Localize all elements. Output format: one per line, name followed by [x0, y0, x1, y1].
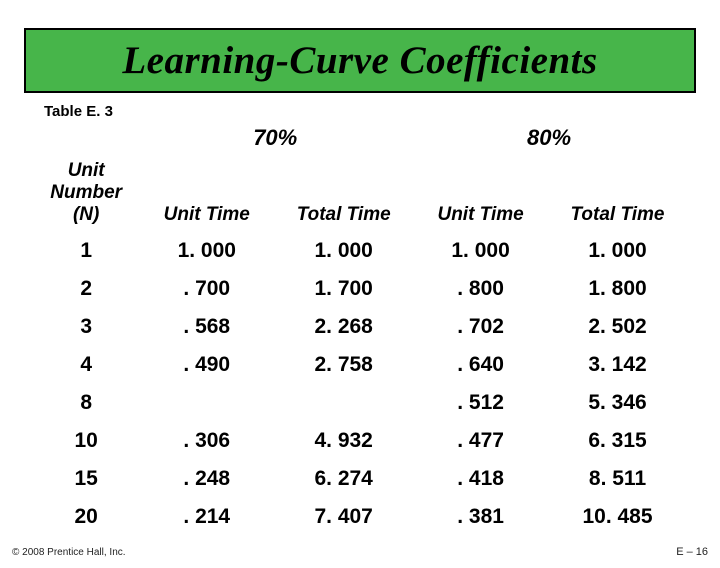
group-header-row: 70% 80%: [34, 122, 686, 157]
group-header-80: 80%: [412, 122, 686, 157]
cell-t70: 4. 932: [275, 422, 412, 460]
page-title: Learning-Curve Coefficients: [38, 38, 682, 83]
col-total-time-70: Total Time: [275, 157, 412, 232]
table-row: 10. 3064. 932. 4776. 315: [34, 422, 686, 460]
cell-t80: 1. 000: [549, 232, 686, 270]
cell-u80: . 512: [412, 384, 549, 422]
col-total-time-80: Total Time: [549, 157, 686, 232]
cell-u80: . 702: [412, 308, 549, 346]
cell-t70: 6. 274: [275, 460, 412, 498]
coefficients-table: 70% 80% UnitNumber(N) Unit Time Total Ti…: [34, 122, 686, 536]
cell-u80: . 640: [412, 346, 549, 384]
cell-t80: 6. 315: [549, 422, 686, 460]
cell-t70: 2. 758: [275, 346, 412, 384]
cell-t80: 2. 502: [549, 308, 686, 346]
table-row: 15. 2486. 274. 4188. 511: [34, 460, 686, 498]
cell-u80: . 477: [412, 422, 549, 460]
cell-u80: . 418: [412, 460, 549, 498]
table-row: 8 . 5125. 346: [34, 384, 686, 422]
cell-t80: 3. 142: [549, 346, 686, 384]
cell-t80: 1. 800: [549, 270, 686, 308]
column-header-row: UnitNumber(N) Unit Time Total Time Unit …: [34, 157, 686, 232]
col-unit-time-70: Unit Time: [138, 157, 275, 232]
cell-t70: 1. 700: [275, 270, 412, 308]
cell-n: 3: [34, 308, 138, 346]
table-row: 2. 7001. 700. 8001. 800: [34, 270, 686, 308]
cell-n: 8: [34, 384, 138, 422]
cell-t80: 10. 485: [549, 498, 686, 536]
cell-t70: [275, 384, 412, 422]
table-row: 3. 5682. 268. 7022. 502: [34, 308, 686, 346]
table-row: 11. 0001. 0001. 0001. 000: [34, 232, 686, 270]
cell-u70: . 306: [138, 422, 275, 460]
table-label: Table E. 3: [44, 103, 720, 120]
cell-n: 15: [34, 460, 138, 498]
cell-n: 2: [34, 270, 138, 308]
table-row: 4. 4902. 758. 6403. 142: [34, 346, 686, 384]
cell-u70: . 214: [138, 498, 275, 536]
cell-u70: . 248: [138, 460, 275, 498]
cell-n: 1: [34, 232, 138, 270]
footer-page-number: E – 16: [676, 546, 708, 558]
cell-t70: 1. 000: [275, 232, 412, 270]
cell-u80: 1. 000: [412, 232, 549, 270]
table-body: 11. 0001. 0001. 0001. 0002. 7001. 700. 8…: [34, 232, 686, 536]
cell-n: 4: [34, 346, 138, 384]
coefficients-table-wrap: 70% 80% UnitNumber(N) Unit Time Total Ti…: [34, 122, 686, 536]
table-row: 20. 2147. 407. 38110. 485: [34, 498, 686, 536]
col-unit-number: UnitNumber(N): [34, 157, 138, 232]
cell-t80: 8. 511: [549, 460, 686, 498]
cell-u80: . 381: [412, 498, 549, 536]
group-header-70: 70%: [138, 122, 412, 157]
cell-u70: [138, 384, 275, 422]
cell-u70: . 490: [138, 346, 275, 384]
col-unit-time-80: Unit Time: [412, 157, 549, 232]
footer-copyright: © 2008 Prentice Hall, Inc.: [12, 547, 126, 558]
cell-t80: 5. 346: [549, 384, 686, 422]
cell-t70: 7. 407: [275, 498, 412, 536]
cell-u70: . 700: [138, 270, 275, 308]
title-banner: Learning-Curve Coefficients: [24, 28, 696, 93]
cell-u70: . 568: [138, 308, 275, 346]
cell-t70: 2. 268: [275, 308, 412, 346]
cell-n: 20: [34, 498, 138, 536]
cell-u80: . 800: [412, 270, 549, 308]
cell-u70: 1. 000: [138, 232, 275, 270]
cell-n: 10: [34, 422, 138, 460]
